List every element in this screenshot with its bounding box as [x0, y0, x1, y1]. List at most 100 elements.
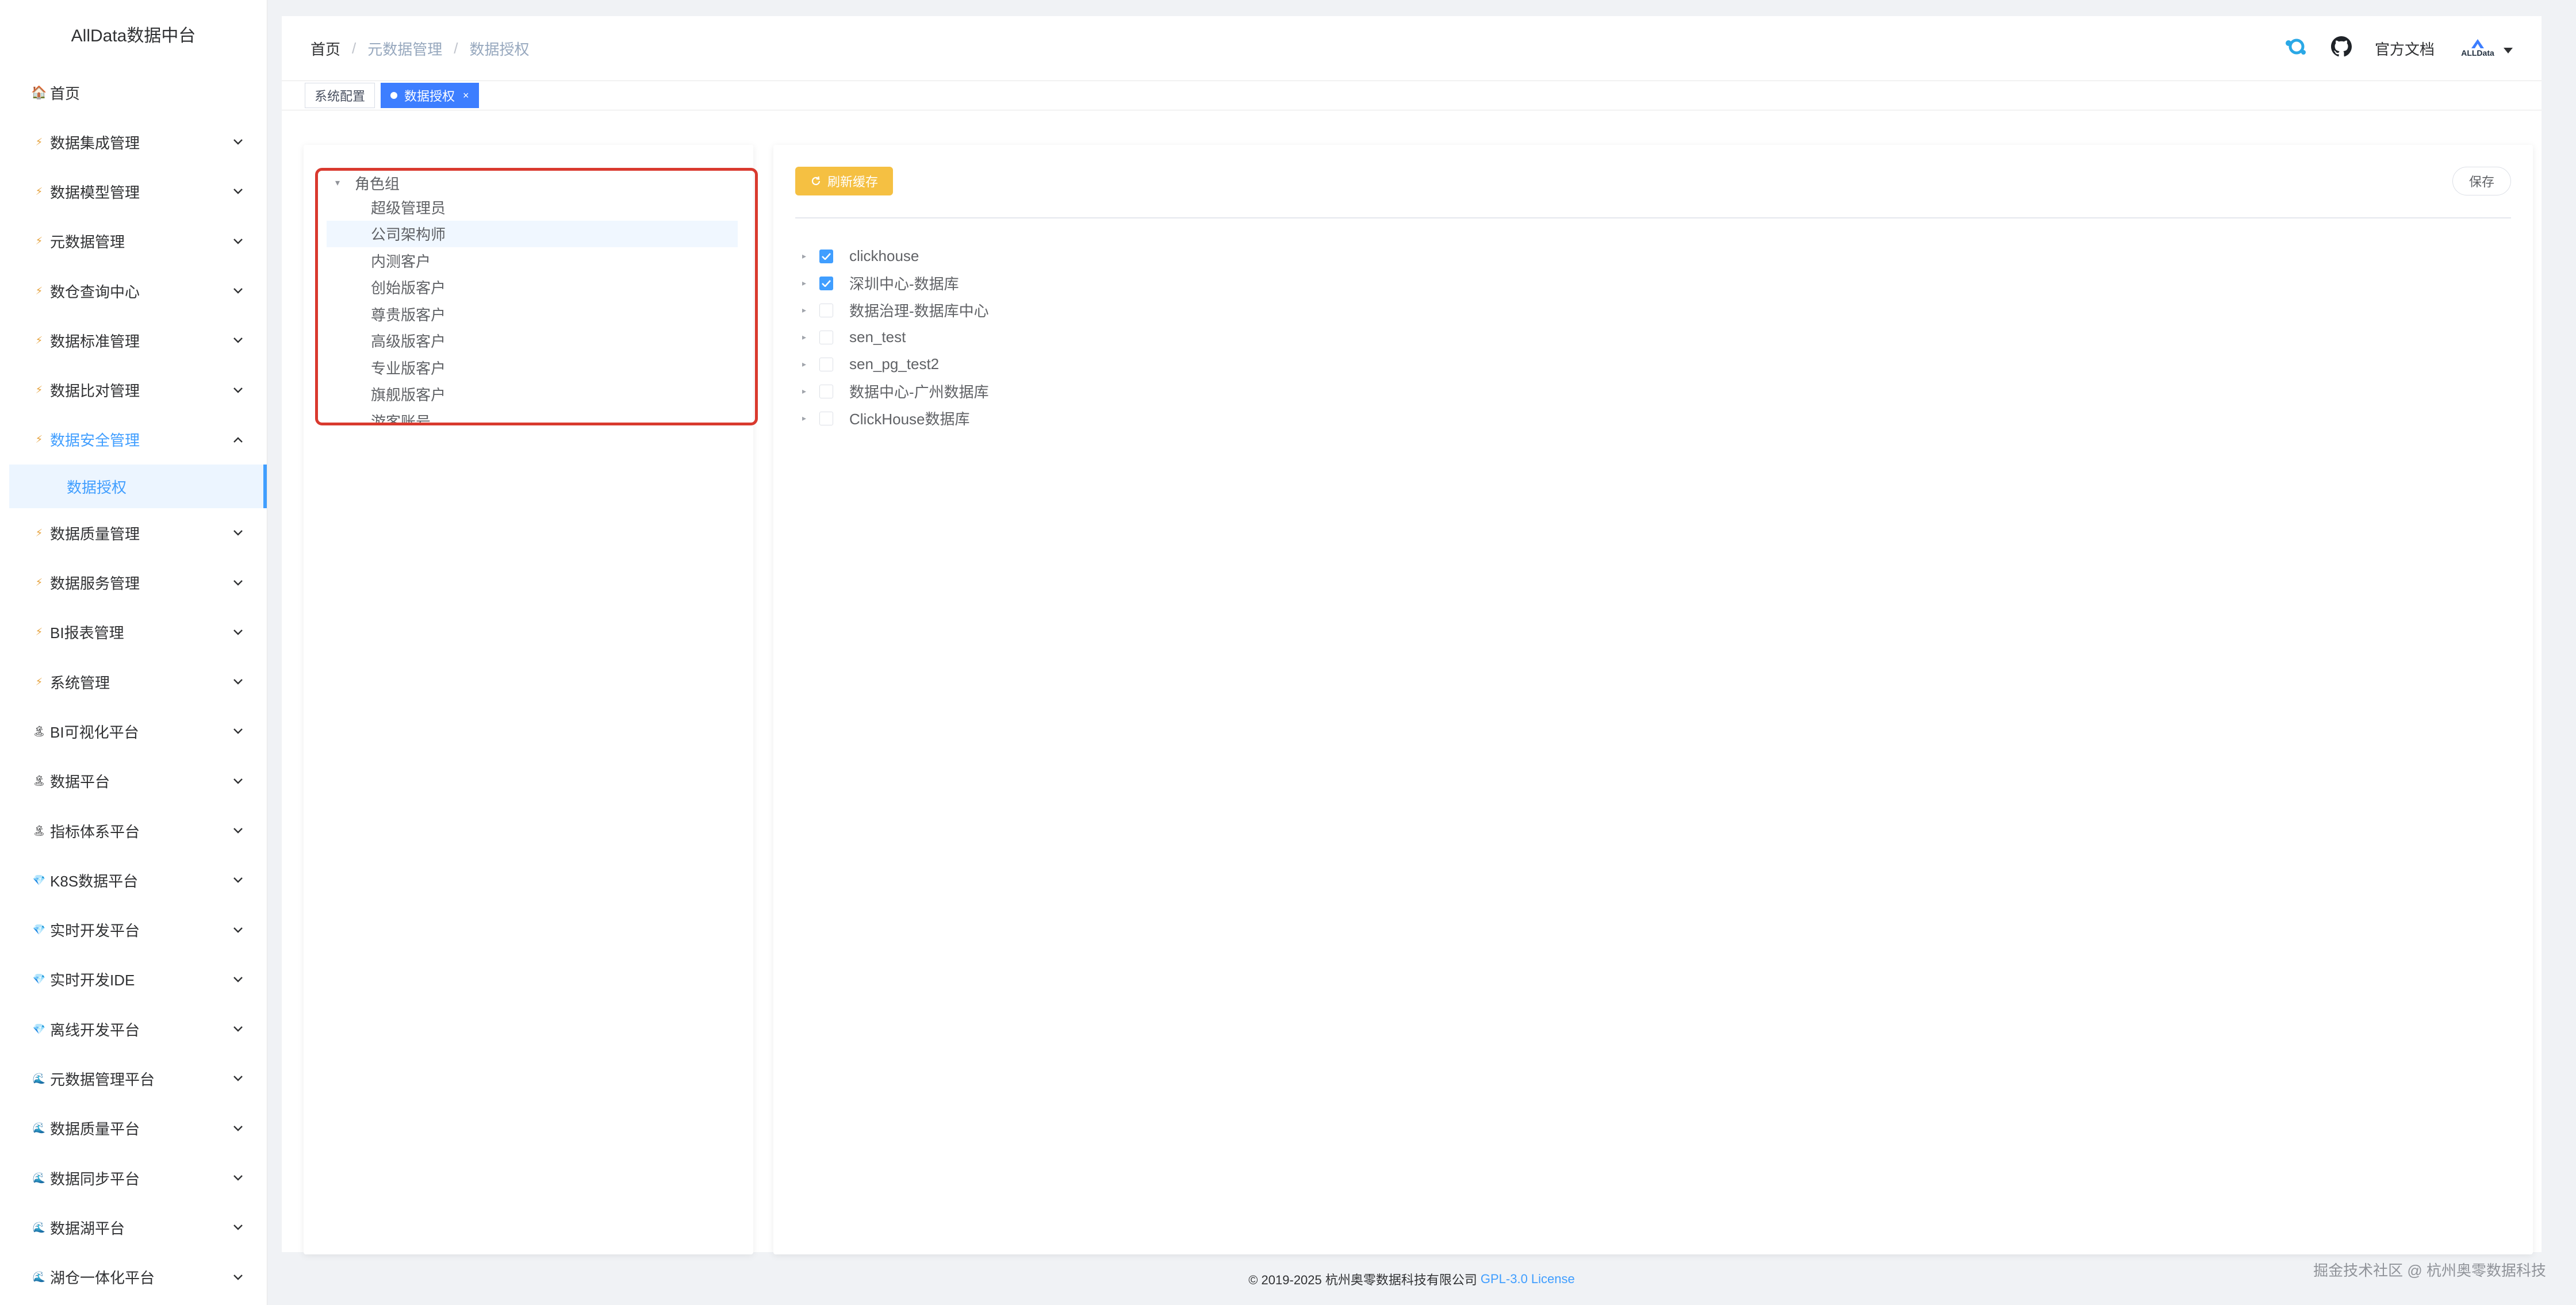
app-logo-title[interactable]: AllData数据中台: [0, 0, 267, 68]
sidebar-item[interactable]: ⚡ 元数据管理: [0, 217, 267, 266]
role-tree-node[interactable]: 内测客户: [318, 247, 755, 274]
avatar[interactable]: ALLData: [2458, 34, 2498, 63]
sidebar-item[interactable]: 💎 离线开发平台: [0, 1004, 267, 1054]
sidebar-item-label: 数据湖平台: [50, 1219, 125, 1237]
sidebar-item[interactable]: ⚡ 系统管理: [0, 657, 267, 707]
sidebar-item[interactable]: 💎 实时开发平台: [0, 905, 267, 954]
sidebar-item[interactable]: 🌊 元数据管理平台: [0, 1054, 267, 1103]
database-tree-node[interactable]: ▸ 数据治理-数据库中心: [802, 297, 989, 324]
database-tree-node[interactable]: ▸ sen_test: [802, 324, 989, 351]
checkbox[interactable]: [819, 303, 833, 317]
sidebar-item[interactable]: 🌊 数据湖平台: [0, 1203, 267, 1252]
palm-icon: 🏝: [32, 725, 46, 737]
tag-system-config[interactable]: 系统配置: [305, 83, 375, 108]
sidebar-item[interactable]: ⚡ 数据服务管理: [0, 558, 267, 607]
caret-right-icon[interactable]: ▸: [802, 359, 810, 369]
breadcrumb-separator: /: [454, 39, 458, 57]
checkbox[interactable]: [819, 384, 833, 398]
sidebar-item[interactable]: ⚡ 数据集成管理: [0, 117, 267, 167]
sidebar-item[interactable]: 🏝 指标体系平台: [0, 806, 267, 855]
sidebar-item[interactable]: ⚡ 数据安全管理: [0, 415, 267, 465]
sidebar-item-label: 数据质量平台: [50, 1120, 140, 1138]
breadcrumb-item-current: 数据授权: [469, 40, 530, 58]
checkmark-icon: [822, 252, 831, 260]
database-tree-node[interactable]: ▸ sen_pg_test2: [802, 351, 989, 378]
chevron-down-icon: [232, 385, 244, 396]
sidebar-item-label: 数据质量管理: [50, 525, 140, 543]
database-tree-node[interactable]: ▸ clickhouse: [802, 243, 989, 270]
sidebar-item[interactable]: ⚡ 数仓查询中心: [0, 266, 267, 316]
database-tree-node[interactable]: ▸ ClickHouse数据库: [802, 405, 989, 432]
role-tree-node[interactable]: 游客账号: [318, 408, 755, 423]
role-tree-node[interactable]: 尊贵版客户: [318, 301, 755, 328]
database-name: 数据治理-数据库中心: [849, 302, 989, 320]
role-tree-node[interactable]: 创始版客户: [318, 274, 755, 301]
license-link[interactable]: GPL-3.0 License: [1481, 1272, 1575, 1287]
sidebar-item-label: BI可视化平台: [50, 723, 139, 741]
sidebar-item[interactable]: 🏝 数据平台: [0, 757, 267, 806]
caret-right-icon[interactable]: ▸: [802, 305, 810, 315]
checkbox[interactable]: [819, 330, 833, 344]
sidebar-item[interactable]: 💎 K8S数据平台: [0, 855, 267, 905]
navbar: 首页 / 元数据管理 / 数据授权 官方文档 ALLData: [282, 16, 2542, 80]
chevron-down-icon: [232, 974, 244, 985]
sidebar-item[interactable]: 🌊 数据同步平台: [0, 1153, 267, 1203]
checkbox[interactable]: [819, 276, 833, 290]
caret-right-icon[interactable]: ▸: [802, 413, 810, 423]
avatar-logo-icon: [2471, 39, 2484, 48]
gem-icon: 💎: [32, 973, 46, 985]
sidebar-item-label: 数仓查询中心: [50, 283, 140, 301]
home-icon: 🏠: [31, 85, 47, 99]
sidebar-item[interactable]: ⚡ 数据比对管理: [0, 365, 267, 414]
caret-right-icon[interactable]: ▸: [802, 386, 810, 396]
link-icon[interactable]: [2283, 36, 2308, 61]
sidebar-subitem-data-authorization[interactable]: 数据授权: [9, 465, 267, 509]
role-tree-node[interactable]: 公司架构师: [327, 220, 738, 247]
sidebar-item[interactable]: ⚡ BI报表管理: [0, 608, 267, 657]
github-icon[interactable]: [2330, 36, 2352, 61]
chevron-down-icon: [232, 874, 244, 886]
caret-down-icon[interactable]: [2504, 40, 2513, 57]
lightning-icon: ⚡: [35, 384, 43, 396]
save-button[interactable]: 保存: [2452, 167, 2511, 195]
checkbox[interactable]: [819, 411, 833, 425]
checkmark-icon: [822, 279, 831, 287]
sidebar-item[interactable]: 🏝 BI可视化平台: [0, 707, 267, 756]
lightning-icon: ⚡: [35, 285, 43, 297]
close-icon[interactable]: ×: [463, 90, 469, 102]
role-tree-node[interactable]: 专业版客户: [318, 354, 755, 381]
checkbox[interactable]: [819, 249, 833, 263]
sidebar-item[interactable]: ⚡ 数据标准管理: [0, 316, 267, 365]
tag-label: 系统配置: [315, 89, 366, 103]
role-tree-node[interactable]: 高级版客户: [318, 328, 755, 355]
database-tree-node[interactable]: ▸ 深圳中心-数据库: [802, 270, 989, 297]
sidebar-item-label: 数据同步平台: [50, 1170, 140, 1188]
caret-right-icon[interactable]: ▸: [802, 278, 810, 288]
sidebar-item-home[interactable]: 🏠 首页: [0, 68, 267, 117]
role-tree-node[interactable]: 旗舰版客户: [318, 381, 755, 408]
sidebar-item[interactable]: 🌊 数据质量平台: [0, 1104, 267, 1153]
chevron-down-icon: [232, 577, 244, 589]
chevron-down-icon: [232, 1073, 244, 1084]
chevron-down-icon: [232, 1172, 244, 1184]
sidebar-item[interactable]: ⚡ 数据模型管理: [0, 167, 267, 216]
database-tree-node[interactable]: ▸ 数据中心-广州数据库: [802, 378, 989, 405]
active-dot-icon: [390, 92, 398, 99]
user-menu[interactable]: ALLData: [2458, 34, 2513, 63]
chevron-down-icon: [232, 1123, 244, 1134]
caret-right-icon[interactable]: ▸: [802, 332, 810, 342]
chevron-down-icon: [232, 726, 244, 737]
sidebar-item[interactable]: 💎 实时开发IDE: [0, 955, 267, 1004]
refresh-cache-button[interactable]: 刷新缓存: [795, 167, 894, 195]
official-docs-link[interactable]: 官方文档: [2375, 38, 2435, 59]
lightning-icon: ⚡: [35, 675, 43, 688]
tag-data-authorization[interactable]: 数据授权 ×: [381, 83, 479, 108]
caret-right-icon[interactable]: ▸: [802, 251, 810, 261]
role-tree-node[interactable]: 超级管理员: [318, 194, 755, 221]
sidebar-item[interactable]: ⚡ 数据质量管理: [0, 508, 267, 558]
role-tree-root[interactable]: ▾ 角色组: [318, 172, 755, 194]
caret-down-icon[interactable]: ▾: [335, 177, 347, 189]
breadcrumb-item-home[interactable]: 首页: [310, 38, 340, 59]
sidebar-item[interactable]: 🌊 湖仓一体化平台: [0, 1253, 267, 1302]
checkbox[interactable]: [819, 357, 833, 371]
